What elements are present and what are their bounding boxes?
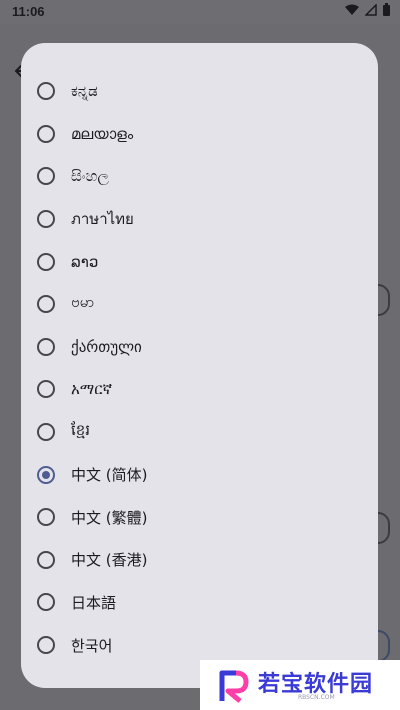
language-option-label: 中文 (简体) bbox=[71, 466, 148, 485]
language-option-label: മലയാളം bbox=[71, 124, 134, 143]
language-option-label: 中文 (繁體) bbox=[71, 508, 148, 527]
language-option[interactable]: ខ្មែរ bbox=[21, 411, 378, 454]
language-option[interactable]: ဗမာ bbox=[21, 283, 378, 326]
wifi-icon bbox=[345, 4, 359, 15]
radio-unselected-icon[interactable] bbox=[37, 636, 55, 655]
language-option-label: සිංහල bbox=[71, 167, 109, 186]
language-option[interactable]: മലയാളം bbox=[21, 113, 378, 156]
language-option-label: አማርኛ bbox=[71, 380, 113, 399]
language-option[interactable]: 中文 (简体) bbox=[21, 453, 378, 496]
radio-unselected-icon[interactable] bbox=[37, 210, 55, 229]
watermark-subtext: RBSCN.COM bbox=[298, 694, 335, 701]
language-option-label: 中文 (香港) bbox=[71, 551, 148, 570]
radio-unselected-icon[interactable] bbox=[37, 124, 55, 143]
language-option[interactable]: ქართული bbox=[21, 326, 378, 369]
language-option-label: ಕನ್ನಡ bbox=[71, 82, 98, 101]
language-option-label: 日本語 bbox=[71, 593, 117, 612]
language-option[interactable]: සිංහල bbox=[21, 155, 378, 198]
signal-icon bbox=[365, 3, 377, 16]
radio-unselected-icon[interactable] bbox=[37, 252, 55, 271]
radio-unselected-icon[interactable] bbox=[37, 337, 55, 356]
status-icons bbox=[345, 3, 390, 16]
language-option-label: ລາວ bbox=[71, 252, 99, 271]
language-option[interactable]: አማርኛ bbox=[21, 368, 378, 411]
language-option[interactable]: ລາວ bbox=[21, 240, 378, 283]
radio-unselected-icon[interactable] bbox=[37, 593, 55, 612]
status-bar: 11:06 bbox=[0, 0, 400, 24]
language-option-label: 한국어 bbox=[71, 636, 113, 655]
radio-unselected-icon[interactable] bbox=[37, 423, 55, 442]
language-option[interactable]: 日本語 bbox=[21, 581, 378, 624]
language-picker-dialog: ಕನ್ನಡ മലയാളം සිංහල ภาษาไทย ລາວ ဗမာ ქართული አማርኛ… bbox=[21, 43, 378, 688]
language-option-label: ဗမာ bbox=[71, 293, 95, 312]
radio-unselected-icon[interactable] bbox=[37, 82, 55, 101]
radio-unselected-icon[interactable] bbox=[37, 380, 55, 399]
watermark: 若宝软件园 RBSCN.COM bbox=[200, 660, 400, 710]
language-option[interactable]: 中文 (香港) bbox=[21, 539, 378, 582]
watermark-logo bbox=[219, 670, 249, 703]
language-option[interactable]: ಕನ್ನಡ bbox=[21, 70, 378, 113]
language-option-label: ภาษาไทย bbox=[71, 210, 134, 229]
battery-icon bbox=[383, 3, 390, 16]
language-options-list: ಕನ್ನಡ മലയാളം සිංහල ภาษาไทย ລາວ ဗမာ ქართული አማርኛ… bbox=[21, 70, 378, 666]
radio-unselected-icon[interactable] bbox=[37, 167, 55, 186]
radio-unselected-icon[interactable] bbox=[37, 508, 55, 527]
language-option-label: ქართული bbox=[71, 337, 142, 356]
radio-unselected-icon[interactable] bbox=[37, 550, 55, 569]
status-time: 11:06 bbox=[12, 4, 45, 19]
radio-selected-icon[interactable] bbox=[37, 465, 55, 484]
language-option[interactable]: 中文 (繁體) bbox=[21, 496, 378, 539]
language-option[interactable]: ภาษาไทย bbox=[21, 198, 378, 241]
language-option-label: ខ្មែរ bbox=[71, 421, 91, 440]
radio-unselected-icon[interactable] bbox=[37, 295, 55, 314]
